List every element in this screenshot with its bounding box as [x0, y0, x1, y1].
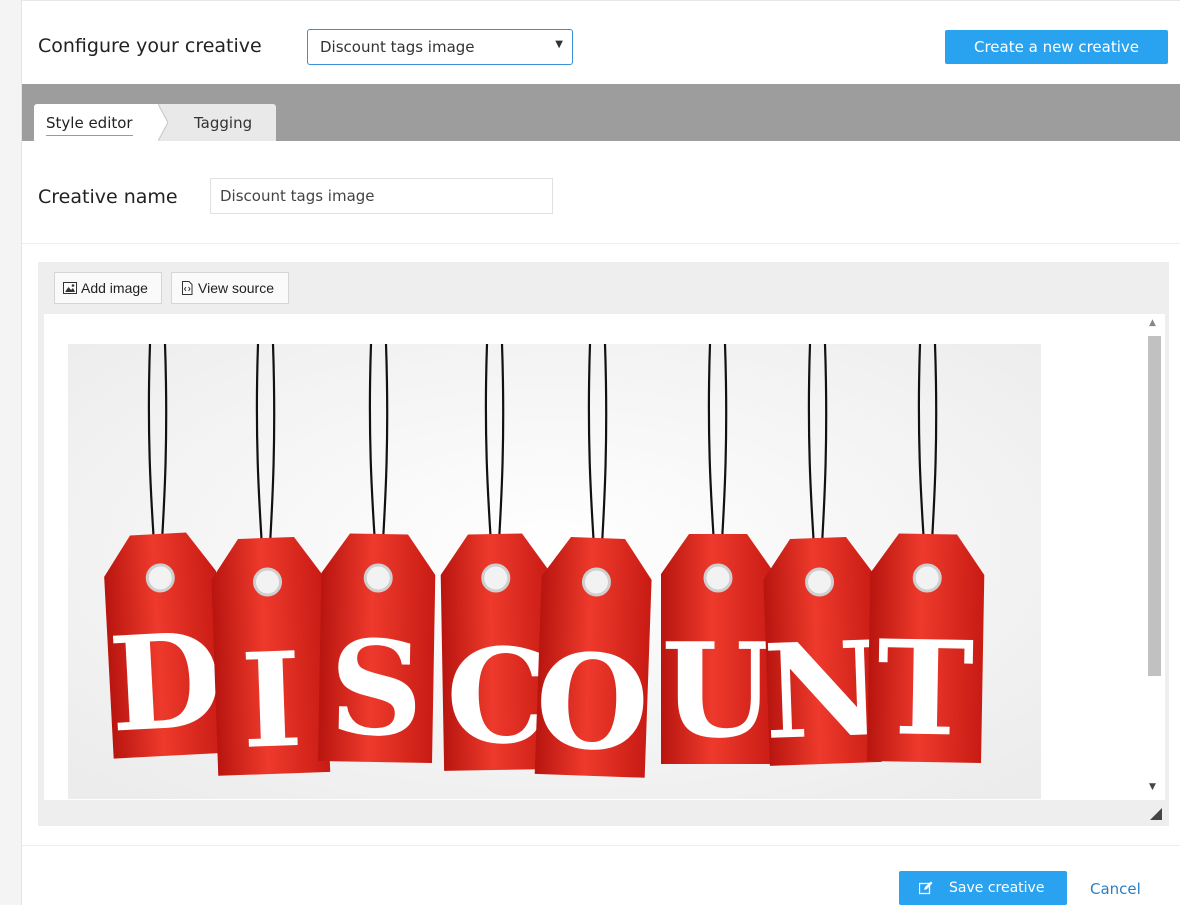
tag-letter: N	[761, 612, 885, 769]
divider	[22, 243, 1180, 244]
tag-letter: I	[239, 623, 305, 778]
tag-hole	[363, 563, 393, 593]
creative-select[interactable]: Discount tags image ▼	[307, 29, 573, 65]
source-code-icon	[182, 281, 193, 295]
tag-letter: U	[661, 614, 774, 767]
scroll-up-arrow-icon[interactable]: ▲	[1149, 318, 1156, 328]
view-source-button[interactable]: View source	[171, 272, 289, 304]
resize-grip-icon[interactable]	[1150, 808, 1162, 820]
chevron-down-icon: ▼	[555, 39, 563, 50]
tab-tagging[interactable]: Tagging	[168, 104, 276, 141]
tag-letter: S	[328, 611, 425, 766]
divider	[22, 845, 1180, 846]
creative-name-input[interactable]: Discount tags image	[210, 178, 553, 214]
image-icon	[63, 282, 77, 294]
add-image-label: Add image	[81, 280, 148, 296]
scroll-down-arrow-icon[interactable]: ▼	[1149, 782, 1156, 792]
tab-style-editor[interactable]: Style editor	[34, 104, 170, 141]
editor-content-area[interactable]: DISCOUNT ▲ ▼	[44, 314, 1165, 800]
tag-hole	[145, 563, 175, 593]
tag-letter: D	[105, 603, 226, 762]
tab-bar: Style editor Tagging	[22, 84, 1180, 141]
discount-tag: N	[761, 537, 885, 769]
tab-tagging-label: Tagging	[194, 114, 253, 132]
discount-tag: S	[318, 533, 436, 766]
view-source-label: View source	[198, 280, 275, 296]
tag-hole	[912, 563, 942, 593]
create-new-creative-button[interactable]: Create a new creative	[945, 30, 1168, 64]
discount-tags-image[interactable]: D I S CO UNT	[68, 344, 1041, 799]
tab-style-editor-label: Style editor	[46, 114, 133, 136]
edit-icon	[919, 881, 933, 895]
cancel-link[interactable]: Cancel	[1090, 880, 1141, 898]
page-title: Configure your creative	[38, 35, 262, 57]
discount-tag: T	[867, 533, 985, 766]
left-rail	[0, 0, 22, 905]
creative-name-label: Creative name	[38, 186, 178, 208]
scroll-thumb[interactable]	[1148, 336, 1161, 676]
tag-hole	[805, 567, 835, 597]
vertical-scrollbar[interactable]: ▲ ▼	[1143, 314, 1165, 800]
creative-select-value: Discount tags image	[320, 38, 475, 56]
discount-tag: I	[211, 537, 331, 778]
discount-tag: U	[661, 534, 775, 767]
tag-hole	[703, 563, 733, 593]
discount-tag: D	[104, 532, 226, 762]
tag-hole	[253, 567, 283, 597]
add-image-button[interactable]: Add image	[54, 272, 162, 304]
main-panel: Configure your creative Discount tags im…	[22, 0, 1180, 905]
discount-tag: O	[533, 537, 652, 781]
tag-letter: O	[533, 624, 652, 781]
save-creative-button[interactable]: Save creative	[899, 871, 1067, 905]
save-creative-label: Save creative	[949, 880, 1045, 896]
rich-text-editor: Add image View source D I S C O U N T ▲ …	[38, 262, 1169, 826]
tag-letter: T	[876, 611, 975, 766]
header: Configure your creative Discount tags im…	[22, 0, 1180, 84]
tag-hole	[481, 563, 511, 593]
tag-hole	[581, 567, 611, 597]
